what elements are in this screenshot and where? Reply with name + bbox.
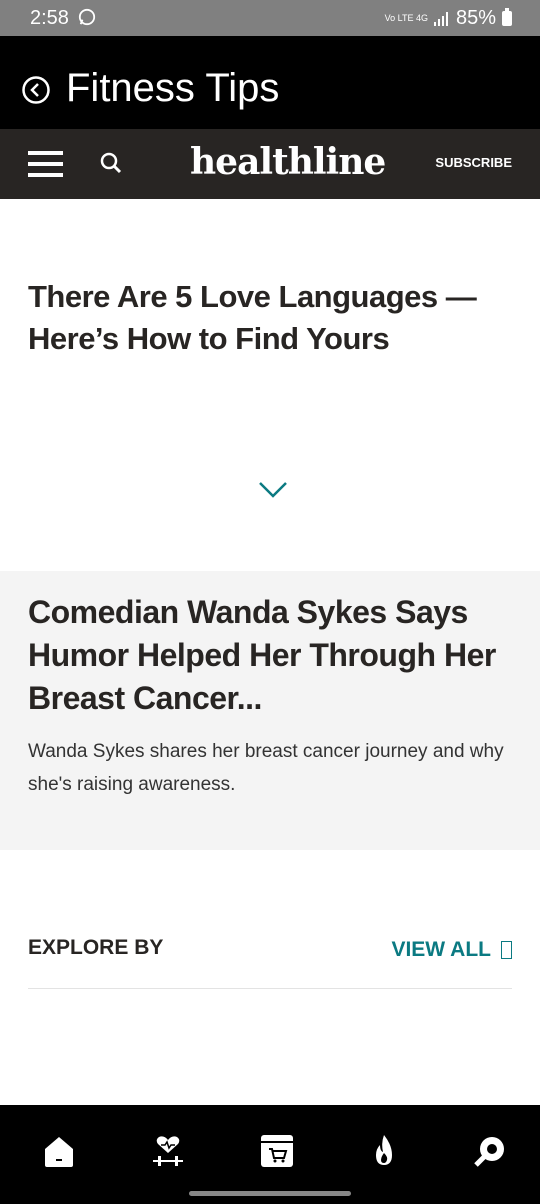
battery-icon (502, 8, 512, 26)
fire-icon[interactable] (366, 1133, 402, 1169)
status-bar: 2:58 Vo LTE 4G 85% (0, 0, 540, 36)
shop-icon[interactable] (259, 1133, 295, 1169)
view-all-link[interactable]: VIEW ALL (391, 938, 512, 962)
app-bar: Fitness Tips (0, 36, 540, 129)
whatsapp-icon (78, 8, 96, 26)
featured-article-title[interactable]: Comedian Wanda Sykes Says Humor Helped H… (28, 591, 518, 720)
search-icon[interactable] (100, 152, 122, 174)
status-right: Vo LTE 4G 85% (385, 7, 512, 30)
signal-icon (433, 11, 448, 26)
featured-article[interactable]: Comedian Wanda Sykes Says Humor Helped H… (0, 571, 540, 850)
status-time: 2:58 (30, 7, 69, 29)
network-indicator: Vo LTE 4G (384, 13, 428, 23)
back-circle-icon[interactable] (22, 76, 50, 104)
home-icon[interactable] (41, 1133, 77, 1169)
arrow-icon (501, 941, 512, 959)
view-all-label: VIEW ALL (391, 938, 491, 961)
fitness-heart-dumbbell-icon[interactable] (150, 1133, 186, 1169)
battery-percent: 85% (455, 7, 496, 29)
featured-article-summary: Wanda Sykes shares her breast cancer jou… (28, 741, 504, 795)
site-header: healthline SUBSCRIBE (0, 129, 540, 199)
article-title[interactable]: There Are 5 Love Languages — Here’s How … (28, 276, 508, 360)
hamburger-menu-icon[interactable] (28, 151, 63, 177)
settings-wrench-icon[interactable] (472, 1133, 508, 1169)
bottom-navigation (0, 1105, 540, 1204)
explore-heading: EXPLORE BY (28, 936, 164, 959)
subscribe-button[interactable]: SUBSCRIBE (435, 155, 512, 170)
article-card[interactable]: There Are 5 Love Languages — Here’s How … (28, 276, 508, 360)
gesture-home-bar (189, 1191, 351, 1196)
healthline-logo[interactable]: healthline (190, 141, 386, 183)
page-title: Fitness Tips (66, 66, 280, 110)
divider (28, 988, 512, 989)
chevron-down-icon[interactable] (257, 480, 289, 500)
